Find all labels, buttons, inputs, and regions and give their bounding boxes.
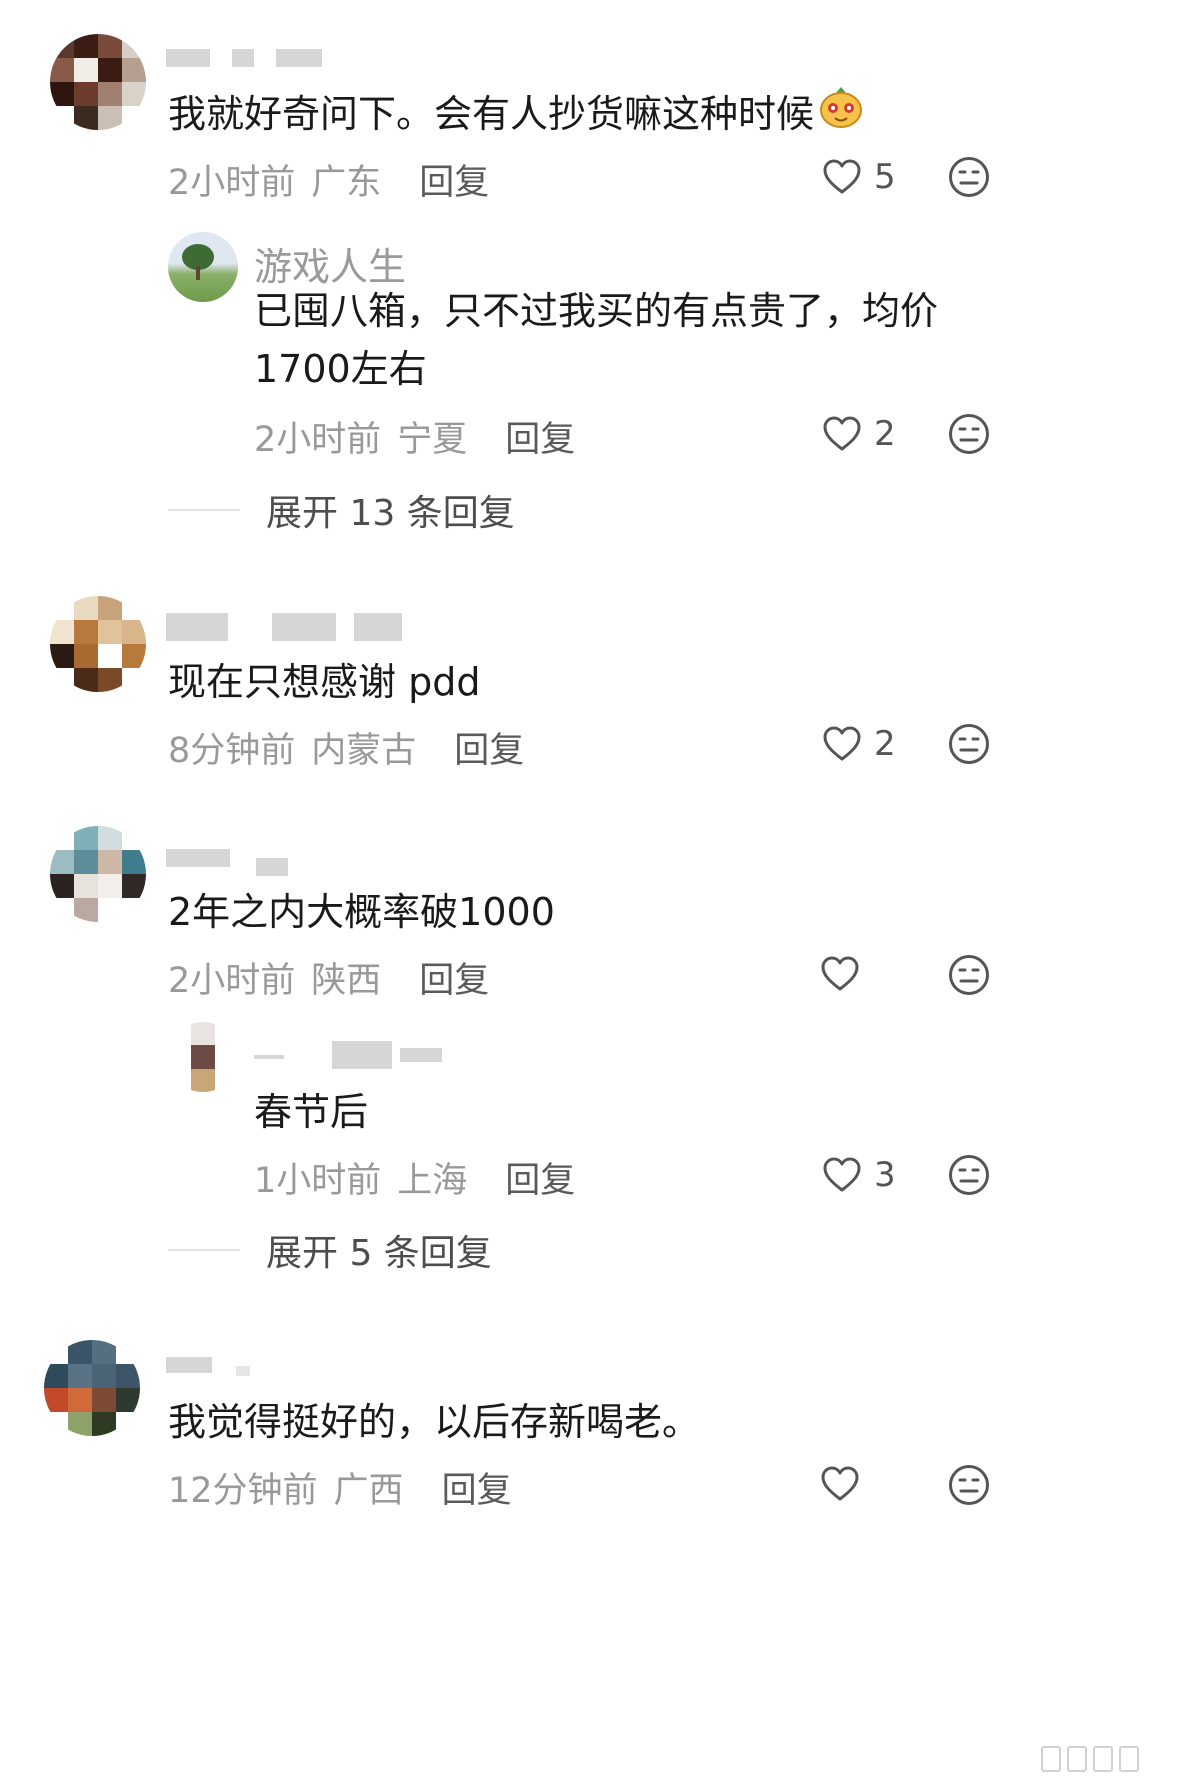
- expand-divider-line: [168, 1249, 240, 1251]
- reply-button[interactable]: 回复: [419, 154, 489, 205]
- avatar[interactable]: [50, 596, 146, 692]
- comment-text[interactable]: 我就好奇问下。会有人抄货嘛这种时候: [168, 82, 864, 149]
- reply-time: 2小时前: [254, 420, 382, 460]
- heart-outline-icon: [822, 1156, 862, 1194]
- expand-replies-label: 展开 5 条回复: [266, 1233, 492, 1274]
- comment-time: 12分钟前: [168, 1471, 318, 1511]
- comment-location: 广东: [311, 163, 382, 203]
- comment-location: 陕西: [311, 961, 382, 1001]
- reply-text-line: 已囤八箱，只不过我买的有点贵了，均价: [254, 289, 939, 333]
- comment-text[interactable]: 2年之内大概率破1000: [168, 880, 555, 944]
- like-button[interactable]: 5: [822, 157, 896, 197]
- comment-text-content: 我就好奇问下。会有人抄货嘛这种时候: [168, 92, 815, 136]
- reply-button[interactable]: 回复: [505, 411, 575, 462]
- neutral-face-icon: [948, 1154, 990, 1196]
- heart-outline-icon: [822, 158, 862, 196]
- neutral-face-icon: [948, 1464, 990, 1506]
- reply-meta: 2小时前 宁夏 回复: [254, 411, 575, 462]
- neutral-face-icon: [948, 954, 990, 996]
- comment-location: 广西: [333, 1471, 404, 1511]
- reply-location: 上海: [397, 1161, 468, 1201]
- reply-button[interactable]: 回复: [419, 952, 489, 1003]
- username-masked[interactable]: [166, 46, 322, 70]
- like-button[interactable]: 2: [822, 724, 896, 764]
- comment-meta: 2小时前 广东 回复: [168, 154, 489, 205]
- reply-location: 宁夏: [397, 420, 468, 460]
- neutral-face-icon: [948, 156, 990, 198]
- reply-text[interactable]: 已囤八箱，只不过我买的有点贵了，均价 1700左右: [254, 282, 938, 398]
- comment-time: 8分钟前: [168, 731, 296, 771]
- dislike-button[interactable]: [948, 156, 990, 198]
- heart-outline-icon: [822, 415, 862, 453]
- like-count: 5: [874, 157, 896, 197]
- neutral-face-icon: [948, 413, 990, 455]
- username-masked[interactable]: [166, 612, 402, 642]
- reply-button[interactable]: 回复: [505, 1152, 575, 1203]
- comment-time: 2小时前: [168, 961, 296, 1001]
- expand-replies-button[interactable]: 展开 13 条回复: [168, 484, 515, 536]
- avatar[interactable]: [44, 1340, 140, 1436]
- like-count: 3: [874, 1155, 896, 1195]
- like-button[interactable]: 3: [822, 1155, 896, 1195]
- reply-text-line: 1700左右: [254, 347, 427, 391]
- reply-text[interactable]: 春节后: [254, 1080, 368, 1144]
- expand-replies-button[interactable]: 展开 5 条回复: [168, 1224, 492, 1276]
- heart-outline-icon: [822, 725, 862, 763]
- comment-time: 2小时前: [168, 163, 296, 203]
- username-masked[interactable]: [254, 1040, 442, 1070]
- comment-meta: 12分钟前 广西 回复: [168, 1462, 512, 1513]
- expand-divider-line: [168, 509, 240, 511]
- username-masked[interactable]: [166, 1352, 250, 1378]
- heart-outline-icon: [820, 955, 860, 993]
- like-count: 2: [874, 724, 896, 764]
- like-button[interactable]: [820, 1465, 872, 1503]
- dislike-button[interactable]: [948, 954, 990, 996]
- avatar[interactable]: [50, 826, 146, 922]
- reply-button[interactable]: 回复: [442, 1462, 512, 1513]
- reply-time: 1小时前: [254, 1161, 382, 1201]
- expand-replies-label: 展开 13 条回复: [266, 493, 515, 534]
- reply-meta: 1小时前 上海 回复: [254, 1152, 575, 1203]
- comment-location: 内蒙古: [311, 731, 417, 771]
- comment-meta: 8分钟前 内蒙古 回复: [168, 722, 524, 773]
- dislike-button[interactable]: [948, 1154, 990, 1196]
- like-count: 2: [874, 414, 896, 454]
- dislike-button[interactable]: [948, 413, 990, 455]
- dislike-button[interactable]: [948, 723, 990, 765]
- dislike-button[interactable]: [948, 1464, 990, 1506]
- heart-outline-icon: [820, 1465, 860, 1503]
- comment-meta: 2小时前 陕西 回复: [168, 952, 489, 1003]
- neutral-face-icon: [948, 723, 990, 765]
- reply-avatar[interactable]: [168, 232, 238, 302]
- like-button[interactable]: 2: [822, 414, 896, 454]
- comment-text[interactable]: 现在只想感谢 pdd: [168, 650, 480, 714]
- reply-button[interactable]: 回复: [454, 722, 524, 773]
- watermark: [1041, 1746, 1139, 1772]
- orange-face-emoji-icon: [818, 84, 864, 149]
- like-button[interactable]: [820, 955, 872, 993]
- comment-text[interactable]: 我觉得挺好的，以后存新喝老。: [168, 1390, 700, 1454]
- username-masked[interactable]: [166, 840, 288, 876]
- reply-avatar[interactable]: [168, 1022, 238, 1092]
- avatar[interactable]: [50, 34, 146, 130]
